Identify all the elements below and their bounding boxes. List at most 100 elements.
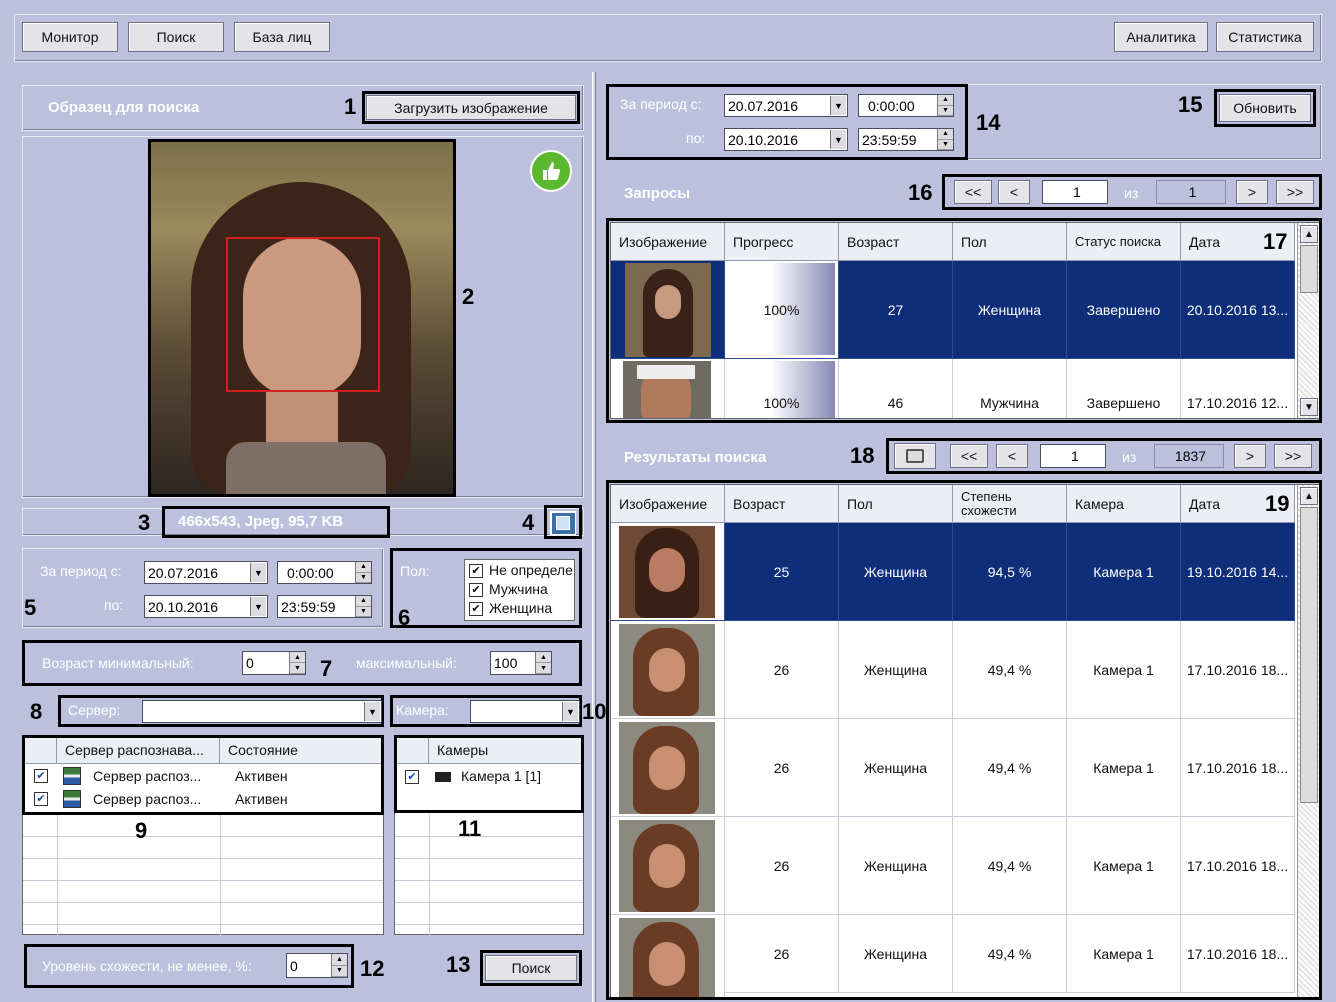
image-info-text: 466x543, Jpeg, 95,7 KB — [178, 513, 344, 530]
monitor-button[interactable]: Монитор — [22, 22, 118, 52]
age-min-label: Возраст минимальный: — [42, 655, 194, 671]
callout-13: 13 — [446, 952, 471, 977]
requests-page-input[interactable]: 1 — [1042, 180, 1108, 204]
age-max-field[interactable]: 100 ▲ ▼ — [490, 651, 552, 675]
age-max-value: 100 — [494, 655, 518, 671]
chevron-down-icon[interactable]: ▼ — [562, 702, 578, 721]
requests-title: Запросы — [624, 185, 691, 202]
save-icon — [556, 516, 570, 530]
callout-14: 14 — [976, 110, 1001, 135]
option-male-label: Мужчина — [489, 581, 548, 597]
chevron-down-icon[interactable]: ▼ — [250, 597, 266, 616]
chevron-down-icon[interactable]: ▼ — [364, 702, 380, 721]
results-of-label: из — [1122, 449, 1137, 465]
callout-2: 2 — [462, 284, 475, 309]
requests-prev-page-button[interactable]: < — [998, 180, 1030, 204]
requests-page-value: 1 — [1073, 184, 1081, 200]
from-date-field[interactable]: 20.07.2016 ▼ — [144, 561, 268, 584]
requests-of-label: из — [1124, 185, 1139, 201]
right-to-date-value: 20.10.2016 — [728, 131, 799, 148]
checkbox-undefined[interactable]: ✔ — [469, 564, 483, 578]
to-date-value: 20.10.2016 — [148, 598, 219, 615]
sample-title: Образец для поиска — [48, 99, 200, 116]
analytics-button[interactable]: Аналитика — [1114, 22, 1208, 52]
gender-label: Пол: — [400, 563, 430, 579]
search-button[interactable]: Поиск — [485, 955, 577, 981]
callout-box-17 — [606, 218, 1322, 423]
callout-4: 4 — [522, 510, 535, 535]
period-to-label: по: — [104, 597, 124, 613]
right-from-date-value: 20.07.2016 — [728, 97, 799, 114]
period-from-label: За период с: — [40, 563, 122, 579]
similarity-value: 0 — [290, 957, 298, 974]
results-prev-page-button[interactable]: < — [996, 444, 1028, 468]
right-period-from-label: За период с: — [620, 96, 702, 112]
callout-1: 1 — [344, 94, 357, 119]
time-spinner-icon[interactable]: ▲ ▼ — [937, 95, 953, 116]
results-page-input[interactable]: 1 — [1040, 444, 1106, 468]
results-last-page-button[interactable]: >> — [1274, 444, 1312, 468]
time-spinner-icon[interactable]: ▲ ▼ — [355, 596, 371, 617]
option-undefined-label: Не определе — [489, 562, 573, 578]
load-image-button[interactable]: Загрузить изображение — [366, 95, 576, 120]
callout-16: 16 — [908, 180, 933, 205]
chevron-down-icon[interactable]: ▼ — [830, 130, 846, 149]
results-next-page-button[interactable]: > — [1234, 444, 1266, 468]
print-button[interactable] — [894, 443, 936, 469]
chevron-down-icon[interactable]: ▼ — [250, 563, 266, 582]
search-tab-button[interactable]: Поиск — [128, 22, 224, 52]
from-date-value: 20.07.2016 — [148, 564, 219, 581]
requests-total-value: 1 — [1188, 184, 1197, 200]
requests-last-page-button[interactable]: >> — [1276, 180, 1314, 204]
gender-options: ✔ Не определе ✔ Мужчина ✔ Женщина — [464, 559, 575, 621]
results-first-page-button[interactable]: << — [950, 444, 988, 468]
camera-select[interactable]: ▼ — [470, 700, 580, 723]
time-spinner-icon[interactable]: ▲ ▼ — [355, 562, 371, 583]
callout-18: 18 — [850, 443, 875, 468]
face-base-button[interactable]: База лиц — [234, 22, 330, 52]
to-date-field[interactable]: 20.10.2016 ▼ — [144, 595, 268, 618]
checkbox-female[interactable]: ✔ — [469, 602, 483, 616]
right-to-date-field[interactable]: 20.10.2016 ▼ — [724, 128, 848, 151]
splitter[interactable] — [592, 72, 596, 1002]
printer-icon — [906, 449, 924, 463]
statistics-button[interactable]: Статистика — [1216, 22, 1314, 52]
requests-next-page-button[interactable]: > — [1236, 180, 1268, 204]
right-from-time-field[interactable]: 0:00:00 ▲ ▼ — [858, 94, 954, 117]
from-time-value: 0:00:00 — [287, 564, 334, 581]
chevron-down-icon[interactable]: ▼ — [830, 96, 846, 115]
callout-15: 15 — [1178, 92, 1203, 117]
similarity-field[interactable]: 0 ▲ ▼ — [286, 953, 348, 978]
results-total-value: 1837 — [1174, 448, 1207, 464]
similarity-spinner-icon[interactable]: ▲ ▼ — [331, 954, 347, 977]
callout-3: 3 — [138, 510, 151, 535]
callout-9: 9 — [135, 818, 148, 843]
from-time-field[interactable]: 0:00:00 ▲ ▼ — [277, 561, 372, 584]
sample-face-photo — [151, 142, 453, 494]
requests-first-page-button[interactable]: << — [954, 180, 992, 204]
callout-7: 7 — [320, 656, 333, 681]
checkbox-male[interactable]: ✔ — [469, 583, 483, 597]
camera-label: Камера: — [396, 702, 449, 718]
server-label: Сервер: — [68, 702, 121, 718]
to-time-field[interactable]: 23:59:59 ▲ ▼ — [277, 595, 372, 618]
age-min-spinner-icon[interactable]: ▲ ▼ — [289, 652, 305, 674]
save-image-button[interactable] — [550, 511, 576, 535]
right-to-time-field[interactable]: 23:59:59 ▲ ▼ — [858, 128, 954, 151]
refresh-button[interactable]: Обновить — [1219, 94, 1311, 122]
callout-11: 11 — [458, 816, 482, 841]
option-female-label: Женщина — [489, 600, 553, 616]
callout-12: 12 — [360, 956, 385, 981]
server-select[interactable]: ▼ — [142, 700, 382, 723]
age-max-spinner-icon[interactable]: ▲ ▼ — [535, 652, 551, 674]
age-max-label: максимальный: — [356, 655, 457, 671]
right-period-to-label: по: — [686, 130, 706, 146]
time-spinner-icon[interactable]: ▲ ▼ — [937, 129, 953, 150]
thumbs-up-icon — [530, 150, 572, 192]
callout-5: 5 — [24, 595, 37, 620]
right-from-date-field[interactable]: 20.07.2016 ▼ — [724, 94, 848, 117]
results-page-value: 1 — [1071, 448, 1079, 464]
similarity-label: Уровень схожести, не менее, %: — [42, 958, 252, 974]
results-title: Результаты поиска — [624, 449, 767, 466]
age-min-field[interactable]: 0 ▲ ▼ — [242, 651, 306, 675]
